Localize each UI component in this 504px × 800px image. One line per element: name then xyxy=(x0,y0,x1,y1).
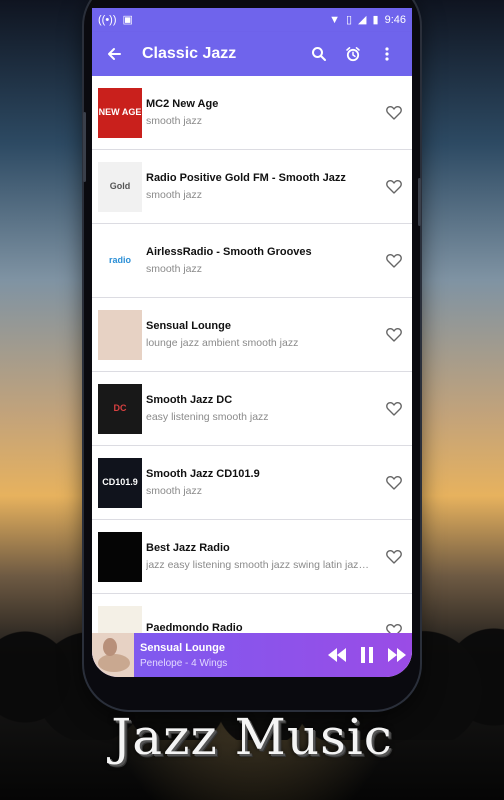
station-tags: smooth jazz xyxy=(146,263,203,275)
no-sim-icon: ▯ xyxy=(345,13,353,26)
station-logo xyxy=(98,309,142,360)
wifi-hotspot-icon: ((•)) xyxy=(98,13,117,26)
station-logo: CD101.9 xyxy=(98,457,142,508)
rewind-icon xyxy=(328,648,346,662)
pause-button[interactable] xyxy=(352,647,382,663)
station-name: Radio Positive Gold FM - Smooth Jazz xyxy=(146,172,346,184)
alarm-button[interactable] xyxy=(336,40,370,68)
station-row[interactable]: Sensual Lounge lounge jazz ambient smooth… xyxy=(92,298,412,372)
station-text: Radio Positive Gold FM - Smooth Jazz smoo… xyxy=(146,172,376,201)
station-tags: jazz easy listening smooth jazz swing la… xyxy=(146,559,370,571)
station-text: Best Jazz Radio jazz easy listening smoot… xyxy=(146,542,376,571)
station-text: Smooth Jazz DC easy listening smooth jazz xyxy=(146,394,376,423)
heart-outline-icon xyxy=(386,328,402,342)
station-logo: NEW AGE xyxy=(98,87,142,138)
station-row[interactable]: Gold Radio Positive Gold FM - Smooth Jazz… xyxy=(92,150,412,224)
station-logo xyxy=(98,531,142,582)
promo-caption: Jazz Music xyxy=(111,708,393,766)
station-row[interactable]: radio AirlessRadio - Smooth Grooves smooth… xyxy=(92,224,412,298)
favorite-button[interactable] xyxy=(376,327,412,342)
battery-icon: ▮ xyxy=(372,13,379,26)
station-text: Smooth Jazz CD101.9 smooth jazz xyxy=(146,468,376,497)
page-title: Classic Jazz xyxy=(142,45,237,62)
station-name: AirlessRadio - Smooth Grooves xyxy=(146,246,312,258)
station-logo: DC xyxy=(98,383,142,434)
player-artwork xyxy=(92,633,134,677)
station-tags: smooth jazz xyxy=(146,189,203,201)
station-logo: radio xyxy=(98,235,142,286)
more-vert-icon xyxy=(385,47,389,61)
status-bar: ((•)) ▣ ▼ ▯ ◢ ▮ 9:46 xyxy=(92,8,412,32)
player-artist: Penelope - 4 Wings xyxy=(140,657,228,669)
station-list: NEW AGE MC2 New Age smooth jazz Gold Radio P… xyxy=(92,76,412,668)
station-text: Sensual Lounge lounge jazz ambient smooth… xyxy=(146,320,376,349)
app-screen: ((•)) ▣ ▼ ▯ ◢ ▮ 9:46 Classic Jazz NEW AG… xyxy=(92,8,412,677)
search-button[interactable] xyxy=(302,40,336,68)
heart-outline-icon xyxy=(386,180,402,194)
alarm-clock-icon xyxy=(346,47,360,62)
signal-icon: ◢ xyxy=(358,13,367,26)
station-name: Sensual Lounge xyxy=(146,320,231,332)
favorite-button[interactable] xyxy=(376,475,412,490)
phone-side-button xyxy=(418,178,421,226)
next-button[interactable] xyxy=(382,648,412,662)
fast-forward-icon xyxy=(388,648,406,662)
arrow-back-icon xyxy=(108,48,121,60)
heart-outline-icon xyxy=(386,106,402,120)
wifi-icon: ▼ xyxy=(329,13,340,26)
station-name: Best Jazz Radio xyxy=(146,542,230,554)
station-text: MC2 New Age smooth jazz xyxy=(146,98,376,127)
heart-outline-icon xyxy=(386,254,402,268)
previous-button[interactable] xyxy=(322,648,352,662)
station-name: MC2 New Age xyxy=(146,98,219,110)
heart-outline-icon xyxy=(386,402,402,416)
search-icon xyxy=(312,47,326,61)
station-row[interactable]: CD101.9 Smooth Jazz CD101.9 smooth jazz xyxy=(92,446,412,520)
mini-player[interactable]: Sensual Lounge Penelope - 4 Wings xyxy=(92,633,412,677)
station-name: Smooth Jazz CD101.9 xyxy=(146,468,260,480)
app-bar: Classic Jazz xyxy=(92,32,412,76)
heart-outline-icon xyxy=(386,550,402,564)
status-time: 9:46 xyxy=(384,14,406,26)
favorite-button[interactable] xyxy=(376,401,412,416)
player-title: Sensual Lounge xyxy=(140,641,225,654)
favorite-button[interactable] xyxy=(376,549,412,564)
station-row[interactable]: Best Jazz Radio jazz easy listening smoot… xyxy=(92,520,412,594)
station-row[interactable]: NEW AGE MC2 New Age smooth jazz xyxy=(92,76,412,150)
favorite-button[interactable] xyxy=(376,253,412,268)
back-button[interactable] xyxy=(100,40,128,68)
station-tags: lounge jazz ambient smooth jazz xyxy=(146,337,299,349)
more-options-button[interactable] xyxy=(370,40,404,68)
station-tags: smooth jazz xyxy=(146,485,203,497)
station-name: Smooth Jazz DC xyxy=(146,394,233,406)
station-text: AirlessRadio - Smooth Grooves smooth jazz xyxy=(146,246,376,275)
station-row[interactable]: DC Smooth Jazz DC easy listening smooth ja… xyxy=(92,372,412,446)
phone-volume-button xyxy=(83,112,86,182)
station-logo: Gold xyxy=(98,161,142,212)
station-tags: easy listening smooth jazz xyxy=(146,411,269,423)
pause-icon xyxy=(361,647,373,663)
favorite-button[interactable] xyxy=(376,179,412,194)
heart-outline-icon xyxy=(386,476,402,490)
image-icon: ▣ xyxy=(122,13,133,26)
station-tags: smooth jazz xyxy=(146,115,203,127)
favorite-button[interactable] xyxy=(376,105,412,120)
